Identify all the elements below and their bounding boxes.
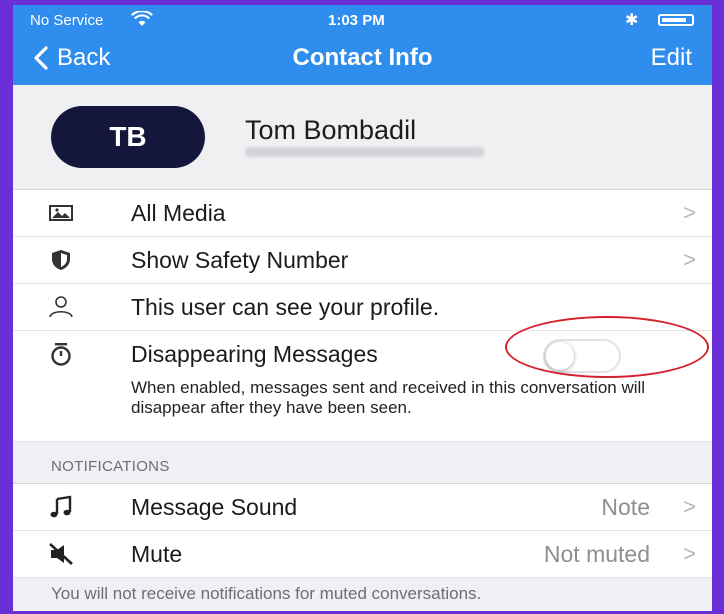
photo-icon [49, 205, 73, 221]
safety-number-label: Show Safety Number [131, 247, 349, 273]
avatar[interactable]: TB [51, 106, 205, 168]
message-sound-value: Note [601, 494, 650, 520]
notifications-section-header: NOTIFICATIONS [13, 447, 712, 484]
message-sound-label: Message Sound [131, 494, 298, 520]
profile-sharing-label: This user can see your profile. [131, 294, 440, 320]
timer-icon [51, 343, 71, 366]
wifi-icon [131, 11, 153, 26]
chevron-right-icon: > [683, 200, 696, 225]
disappearing-messages-label: Disappearing Messages [131, 341, 378, 367]
profile-header: TB Tom Bombadil [13, 85, 712, 190]
chevron-right-icon: > [683, 247, 696, 272]
chevron-right-icon: > [683, 541, 696, 566]
edit-button[interactable]: Edit [651, 43, 692, 73]
message-sound-row[interactable]: Message Sound Note > [13, 484, 712, 531]
status-bar: No Service 1:03 PM ✱ [13, 5, 712, 33]
contact-info-screen: No Service 1:03 PM ✱ Back Contact Info E… [13, 5, 712, 611]
music-note-icon [50, 495, 72, 518]
toggle-highlight-circle [505, 316, 709, 378]
mute-value: Not muted [543, 541, 650, 567]
notifications-list: Message Sound Note > Mute Not muted > [13, 484, 712, 578]
mute-label: Mute [131, 541, 183, 567]
all-media-label: All Media [131, 200, 226, 226]
mute-footer-text: You will not receive notifications for m… [51, 584, 482, 603]
notifications-header-label: NOTIFICATIONS [51, 458, 170, 475]
battery-icon [658, 14, 694, 26]
disappearing-messages-description: When enabled, messages sent and received… [131, 378, 646, 417]
chevron-right-icon: > [683, 494, 696, 519]
clock: 1:03 PM [328, 12, 385, 29]
page-title: Contact Info [292, 44, 433, 71]
blurred-phone-number [245, 147, 485, 157]
person-icon [49, 296, 73, 318]
bluetooth-icon: ✱ [625, 12, 639, 29]
all-media-row[interactable]: All Media > [13, 190, 712, 237]
safety-number-row[interactable]: Show Safety Number > [13, 237, 712, 284]
shield-icon [52, 250, 70, 270]
mute-speaker-icon [49, 543, 73, 565]
contact-name: Tom Bombadil [245, 115, 417, 145]
top-bar: No Service 1:03 PM ✱ Back Contact Info E… [13, 5, 712, 85]
mute-footer-note: You will not receive notifications for m… [13, 578, 712, 611]
mute-row[interactable]: Mute Not muted > [13, 531, 712, 578]
carrier-label: No Service [30, 12, 104, 29]
